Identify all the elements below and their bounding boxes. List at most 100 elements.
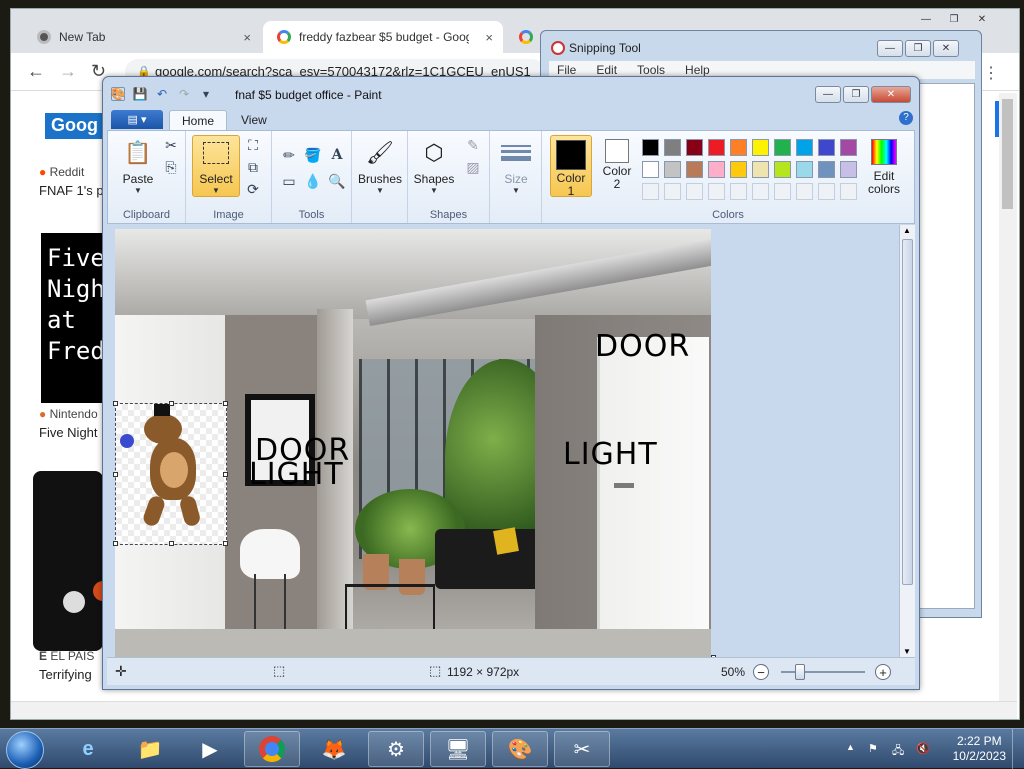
result-title[interactable]: FNAF 1's p: [39, 183, 104, 198]
selection-handle[interactable]: [169, 401, 174, 406]
palette-swatch[interactable]: [840, 139, 857, 156]
start-button[interactable]: [6, 731, 44, 769]
show-desktop-button[interactable]: [1012, 729, 1024, 769]
color1-button[interactable]: Color 1: [550, 135, 592, 198]
maximize-button[interactable]: ❐: [843, 86, 869, 103]
close-button[interactable]: ✕: [969, 11, 995, 28]
custom-color-slot[interactable]: [818, 183, 835, 200]
settings-gear-icon[interactable]: ⚙: [368, 731, 424, 767]
zoom-out-button[interactable]: −: [753, 664, 769, 680]
menu-file[interactable]: File: [557, 63, 576, 77]
close-button[interactable]: ✕: [933, 40, 959, 57]
custom-color-slot[interactable]: [730, 183, 747, 200]
palette-swatch[interactable]: [774, 139, 791, 156]
shapes-button[interactable]: ⬡ Shapes ▼: [410, 135, 458, 197]
outline-icon[interactable]: ✎: [462, 135, 484, 155]
edit-colors-button[interactable]: Edit colors: [858, 135, 910, 197]
palette-swatch[interactable]: [730, 161, 747, 178]
scroll-thumb[interactable]: [1002, 99, 1013, 209]
show-hidden-icons[interactable]: ▲: [846, 742, 860, 756]
redo-icon[interactable]: ↷: [177, 87, 191, 101]
minimize-button[interactable]: —: [877, 40, 903, 57]
maximize-button[interactable]: ❐: [905, 40, 931, 57]
palette-swatch[interactable]: [840, 161, 857, 178]
select-button[interactable]: Select ▼: [192, 135, 240, 197]
brushes-button[interactable]: 🖌 Brushes ▼: [356, 135, 404, 197]
minimize-button[interactable]: —: [913, 11, 939, 28]
snipping-tool-taskbar-icon[interactable]: ✂: [554, 731, 610, 767]
control-panel-icon[interactable]: 🖥: [430, 731, 486, 767]
selection-handle[interactable]: [223, 401, 228, 406]
tab-view[interactable]: View: [229, 110, 279, 130]
tab-new-tab[interactable]: New Tab ×: [23, 21, 261, 53]
palette-swatch[interactable]: [752, 161, 769, 178]
pencil-icon[interactable]: ✏: [278, 145, 300, 165]
custom-color-slot[interactable]: [774, 183, 791, 200]
result-title[interactable]: Five Night: [39, 425, 98, 440]
palette-swatch[interactable]: [708, 139, 725, 156]
custom-color-slot[interactable]: [752, 183, 769, 200]
volume-icon[interactable]: 🔇: [916, 742, 930, 756]
network-icon[interactable]: 🖧: [892, 742, 906, 757]
selection-handle[interactable]: [223, 541, 228, 546]
palette-swatch[interactable]: [818, 161, 835, 178]
palette-swatch[interactable]: [752, 139, 769, 156]
custom-color-slot[interactable]: [686, 183, 703, 200]
fill-shape-icon[interactable]: ▨: [462, 157, 484, 177]
palette-swatch[interactable]: [708, 161, 725, 178]
zoom-slider-knob[interactable]: [795, 664, 805, 680]
result-title[interactable]: Terrifying: [39, 667, 92, 682]
size-button[interactable]: Size ▼: [492, 135, 540, 197]
palette-swatch[interactable]: [774, 161, 791, 178]
zoom-in-button[interactable]: +: [875, 664, 891, 680]
save-icon[interactable]: 💾: [133, 87, 148, 101]
selection-handle[interactable]: [113, 541, 118, 546]
selection-handle[interactable]: [113, 401, 118, 406]
tab-third[interactable]: [505, 21, 545, 53]
palette-swatch[interactable]: [642, 139, 659, 156]
menu-help[interactable]: Help: [685, 63, 710, 77]
scroll-thumb[interactable]: [902, 239, 913, 585]
custom-color-slot[interactable]: [664, 183, 681, 200]
cut-icon[interactable]: ✂: [160, 135, 182, 155]
rotate-icon[interactable]: ⟳: [242, 179, 264, 199]
copy-icon[interactable]: ⎘: [160, 157, 182, 177]
firefox-icon[interactable]: 🦊: [306, 731, 362, 767]
media-player-icon[interactable]: ▶: [182, 731, 238, 767]
file-explorer-icon[interactable]: 📁: [122, 731, 178, 767]
zoom-slider-track[interactable]: [781, 671, 865, 673]
magnifier-icon[interactable]: 🔍: [326, 171, 348, 191]
customize-qat-icon[interactable]: ▾: [199, 87, 213, 101]
undo-icon[interactable]: ↶: [155, 87, 169, 101]
page-scrollbar[interactable]: [999, 93, 1017, 703]
clock[interactable]: 2:22 PM 10/2/2023: [953, 734, 1006, 764]
close-button[interactable]: ✕: [871, 86, 911, 103]
tab-freddy-search[interactable]: freddy fazbear $5 budget - Goog ×: [263, 21, 503, 53]
paint-menu-button[interactable]: ▤ ▾: [111, 110, 163, 129]
paste-button[interactable]: 📋 Paste ▼: [114, 135, 162, 197]
custom-color-slot[interactable]: [796, 183, 813, 200]
custom-color-slot[interactable]: [840, 183, 857, 200]
selection-handle[interactable]: [223, 472, 228, 477]
custom-color-slot[interactable]: [708, 183, 725, 200]
canvas-scrollbar[interactable]: ▲ ▼: [899, 225, 915, 657]
help-icon[interactable]: ?: [899, 111, 913, 125]
text-icon[interactable]: A: [326, 145, 348, 165]
chrome-menu-icon[interactable]: ⋮: [983, 63, 999, 83]
palette-swatch[interactable]: [818, 139, 835, 156]
result-thumbnail[interactable]: Five Nigh at Fred: [41, 233, 111, 403]
minimize-button[interactable]: —: [815, 86, 841, 103]
paint-taskbar-icon[interactable]: 🎨: [492, 731, 548, 767]
canvas-area[interactable]: DOOR LIGHT DOOR LIGHT: [107, 225, 899, 657]
eraser-icon[interactable]: ▭: [278, 171, 300, 191]
fill-icon[interactable]: 🪣: [302, 145, 324, 165]
resize-icon[interactable]: ⧉: [242, 157, 264, 177]
menu-edit[interactable]: Edit: [596, 63, 617, 77]
palette-swatch[interactable]: [642, 161, 659, 178]
palette-swatch[interactable]: [796, 161, 813, 178]
chrome-taskbar-icon[interactable]: [244, 731, 300, 767]
close-icon[interactable]: ×: [243, 30, 251, 45]
crop-icon[interactable]: ⛶: [242, 135, 264, 155]
back-button[interactable]: ←: [27, 61, 45, 82]
palette-swatch[interactable]: [664, 161, 681, 178]
